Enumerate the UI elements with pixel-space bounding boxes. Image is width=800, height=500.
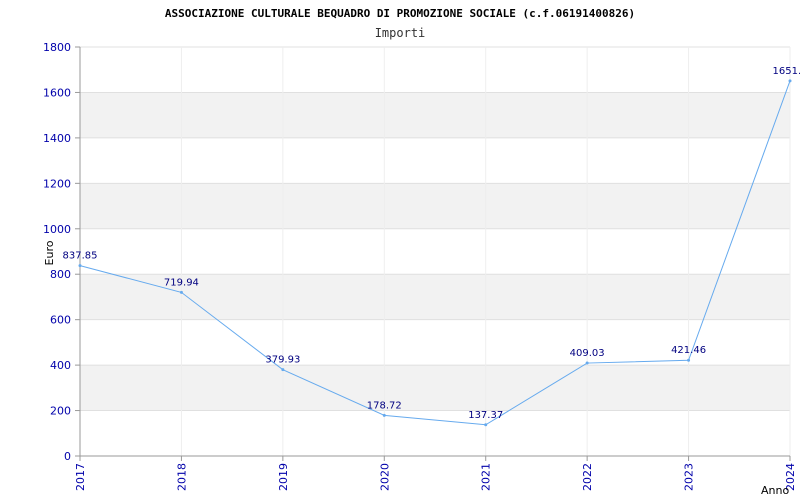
x-tick-label: 2022 [581,463,594,491]
data-point [78,264,82,268]
grid-band [80,365,790,411]
y-tick-label: 800 [50,268,71,281]
data-label: 719.94 [164,277,199,288]
x-axis-label: Anno [761,484,789,497]
y-tick-label: 1200 [43,177,71,190]
data-label: 421.46 [671,345,706,356]
grid-band [80,92,790,138]
y-axis-label: Euro [43,240,56,265]
data-label: 178.72 [367,400,402,411]
y-tick-label: 200 [50,405,71,418]
x-tick-label: 2020 [378,463,391,491]
chart-title: ASSOCIAZIONE CULTURALE BEQUADRO DI PROMO… [165,7,635,20]
chart-subtitle: Importi [375,26,426,40]
data-point [788,79,792,83]
grid-band [80,183,790,229]
x-tick-label: 2021 [480,463,493,491]
data-label: 837.85 [63,251,98,262]
data-label: 409.03 [570,348,605,359]
y-tick-label: 1600 [43,86,71,99]
y-tick-label: 600 [50,314,71,327]
data-label: 1651.0 [773,66,800,77]
data-point [281,368,285,372]
y-tick-label: 1800 [43,41,71,54]
x-ticks: 2017 2018 2019 2020 2021 2022 2023 2024 [74,456,797,491]
data-point [382,413,386,417]
x-tick-label: 2018 [175,463,188,491]
data-label: 137.37 [468,410,503,421]
data-point [179,290,183,294]
grid-bands [80,92,790,411]
data-point [484,423,488,427]
x-tick-label: 2023 [683,463,696,491]
data-point [687,358,691,362]
chart-svg: 0 200 400 600 800 1000 1200 1400 1600 1800 2017 20… [43,7,800,497]
chart: 0 200 400 600 800 1000 1200 1400 1600 1800 2017 20… [0,0,800,500]
y-tick-label: 0 [64,450,71,463]
x-tick-label: 2017 [74,463,87,491]
data-label: 379.93 [265,355,300,366]
y-tick-label: 400 [50,359,71,372]
x-tick-label: 2019 [277,463,290,491]
data-point [585,361,589,365]
y-tick-label: 1000 [43,223,71,236]
y-tick-label: 1400 [43,132,71,145]
